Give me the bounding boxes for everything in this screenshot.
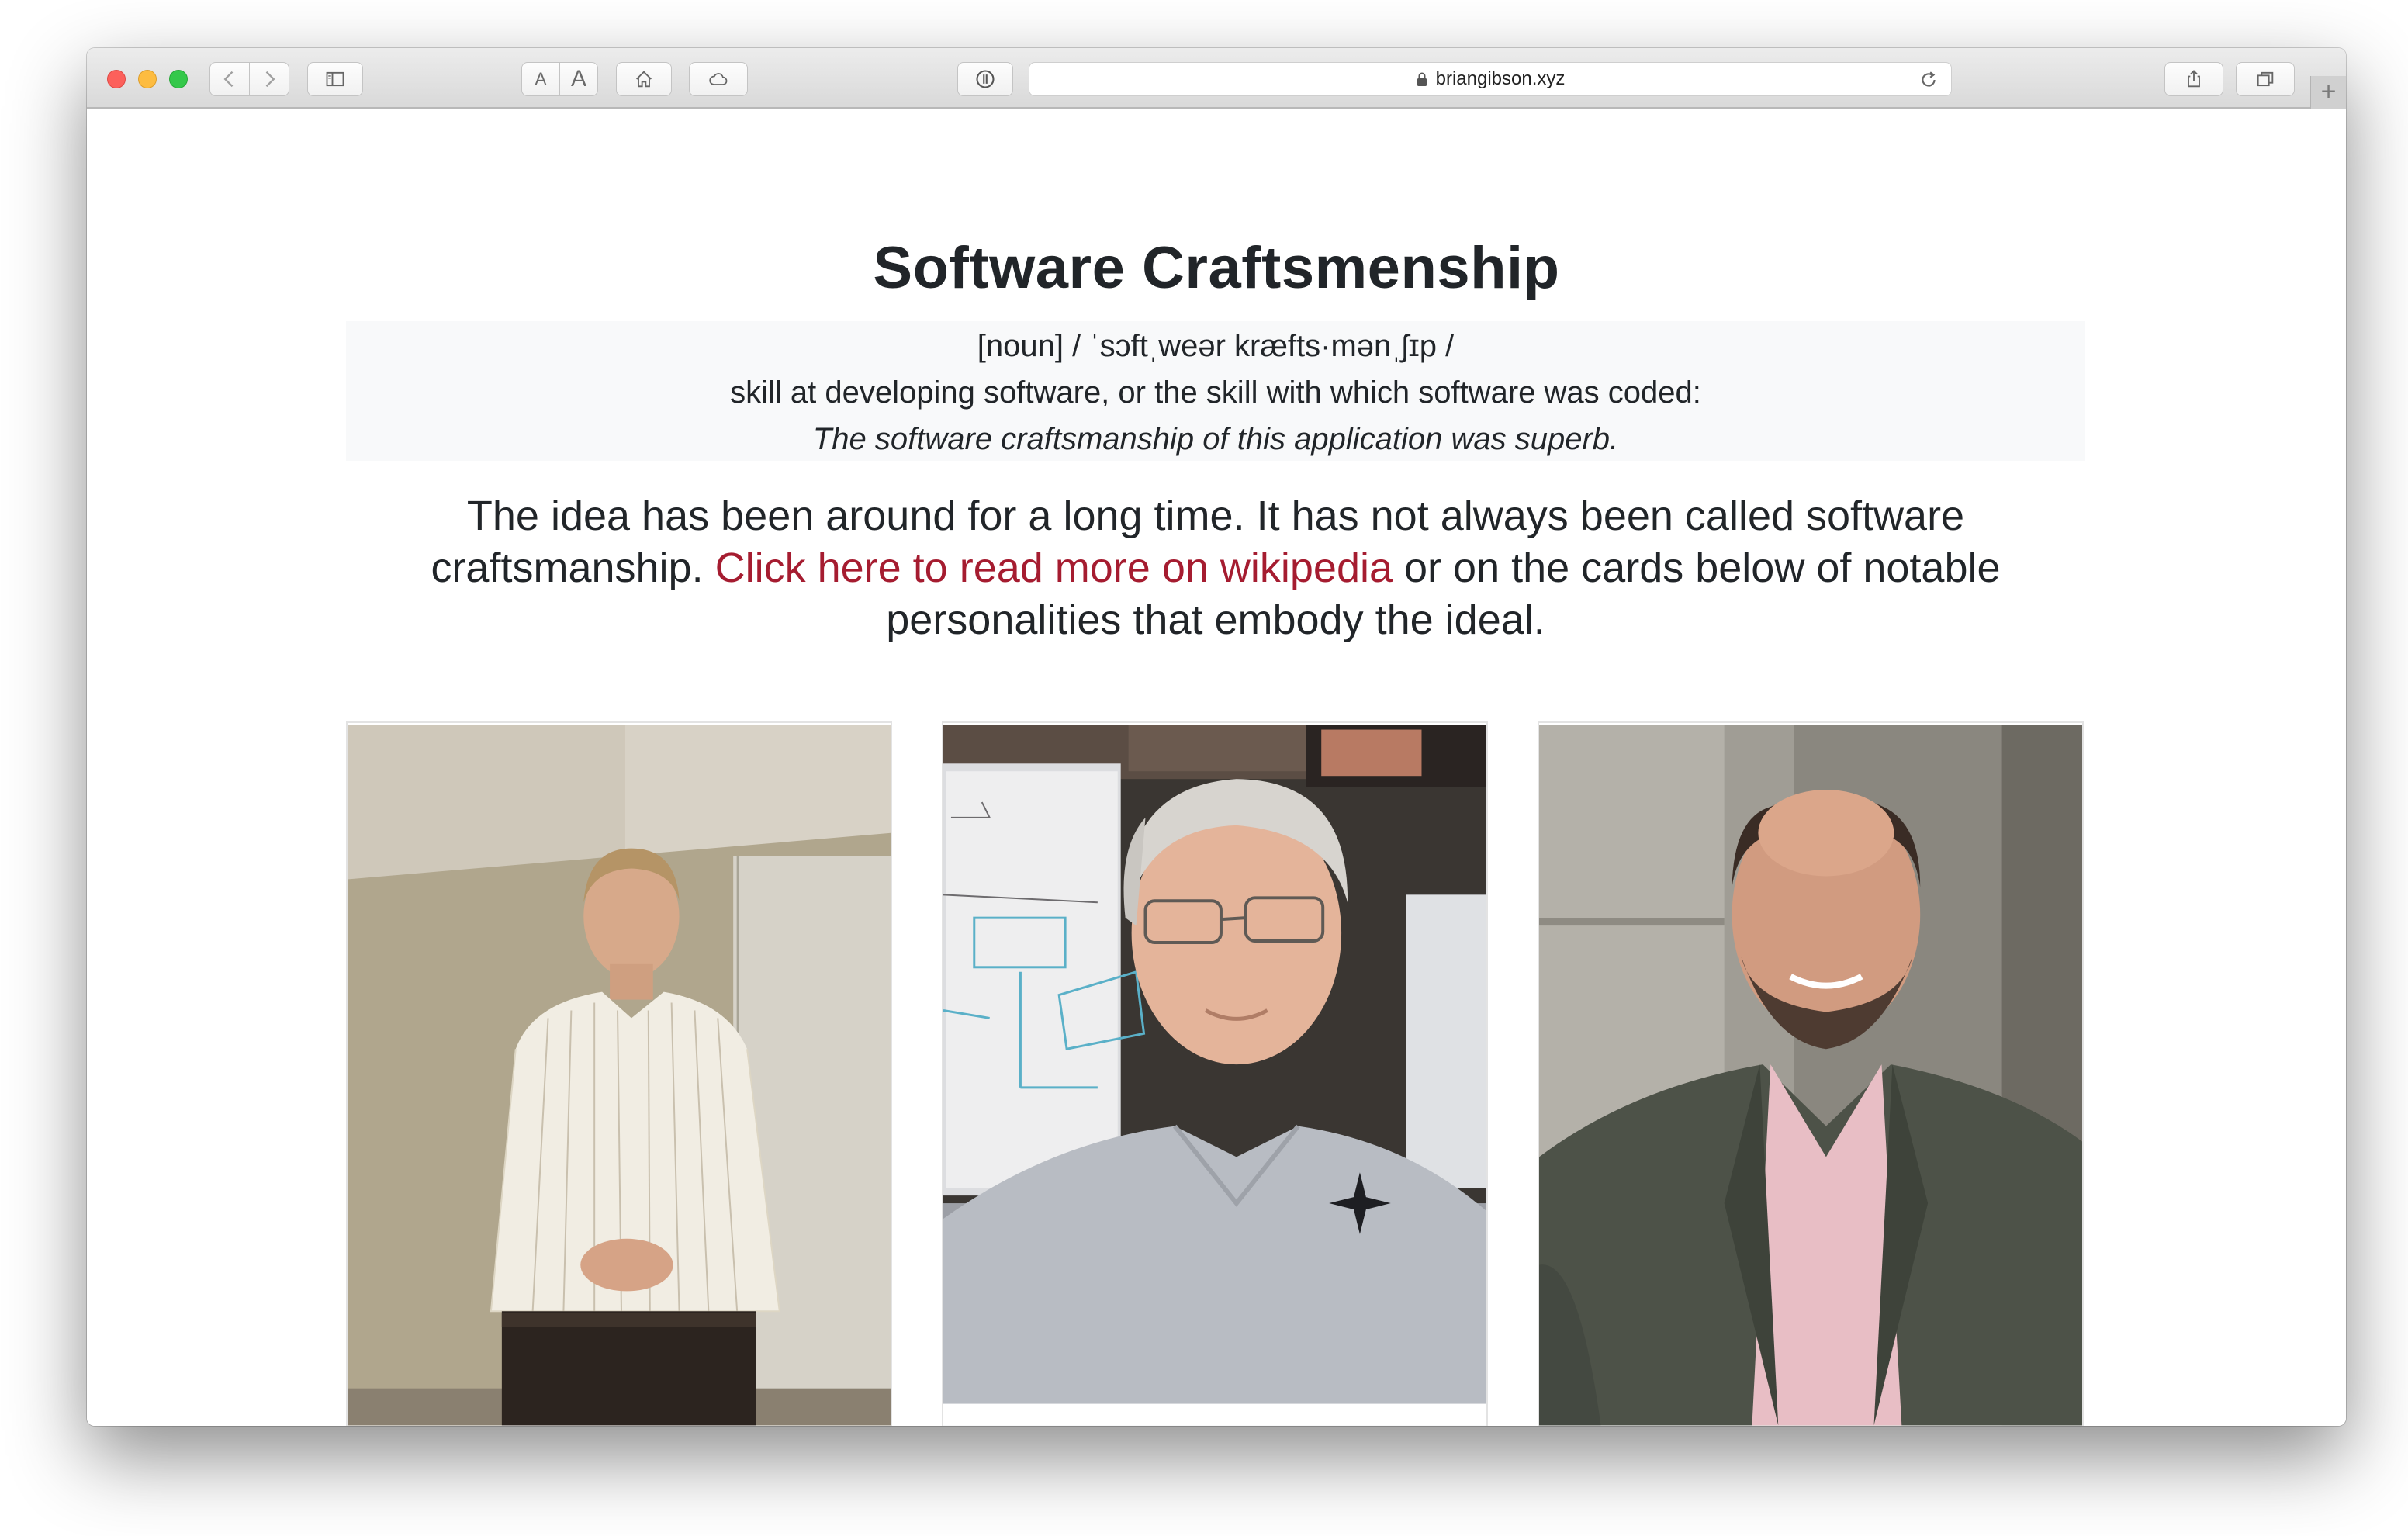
home-icon: [636, 71, 652, 88]
show-tabs-button[interactable]: [2236, 62, 2295, 96]
share-button[interactable]: [2164, 62, 2223, 96]
personality-photo: [943, 725, 1486, 1426]
icloud-icon: [709, 73, 728, 85]
personality-photo: [1539, 725, 2082, 1426]
tabs-icon: [2257, 71, 2274, 87]
share-icon: [2188, 70, 2200, 88]
wikipedia-link[interactable]: Click here to read more on wikipedia: [715, 545, 1393, 591]
zoom-window-button[interactable]: [169, 70, 188, 88]
text-smaller-button[interactable]: A: [521, 62, 560, 96]
url-text: briangibson.xyz: [1435, 68, 1566, 89]
page-content: Software Craftsmenship [noun] / ˈsɔftˌwe…: [87, 110, 2346, 1426]
back-button[interactable]: [209, 62, 250, 96]
new-tab-button[interactable]: +: [2310, 76, 2346, 109]
browser-window: A A briangibson.xyz + Software Craftsmen…: [87, 48, 2346, 1426]
forward-button[interactable]: [249, 62, 289, 96]
home-button[interactable]: [616, 62, 672, 96]
personality-card[interactable]: [942, 721, 1488, 1426]
sidebar-button[interactable]: [307, 62, 363, 96]
sidebar-icon: [326, 71, 344, 87]
lock-icon: [1417, 72, 1427, 86]
definition-meaning: skill at developing software, or the ski…: [730, 375, 1701, 410]
reader-button[interactable]: [957, 62, 1013, 96]
minimize-window-button[interactable]: [138, 70, 157, 88]
intro-paragraph: The idea has been around for a long time…: [382, 490, 2050, 646]
reload-icon[interactable]: [1918, 70, 1939, 90]
personality-photo: [348, 725, 891, 1426]
close-window-button[interactable]: [107, 70, 126, 88]
back-icon: [223, 71, 234, 88]
address-bar[interactable]: briangibson.xyz: [1029, 62, 1952, 96]
forward-icon: [265, 71, 275, 88]
pronunciation: [noun] / ˈsɔftˌweər kræfts·mənˌʃɪp /: [977, 329, 1455, 363]
browser-toolbar: A A briangibson.xyz +: [87, 48, 2346, 109]
personality-card[interactable]: [1538, 721, 2084, 1426]
reader-icon: [976, 70, 995, 88]
text-larger-button[interactable]: A: [559, 62, 598, 96]
definition-example: The software craftsmanship of this appli…: [812, 422, 1619, 456]
definition-box: [noun] / ˈsɔftˌweər kræfts·mənˌʃɪp / ski…: [346, 321, 2085, 461]
page-title: Software Craftsmenship: [873, 235, 1560, 301]
personality-card[interactable]: [346, 721, 892, 1426]
icloud-tabs-button[interactable]: [689, 62, 748, 96]
